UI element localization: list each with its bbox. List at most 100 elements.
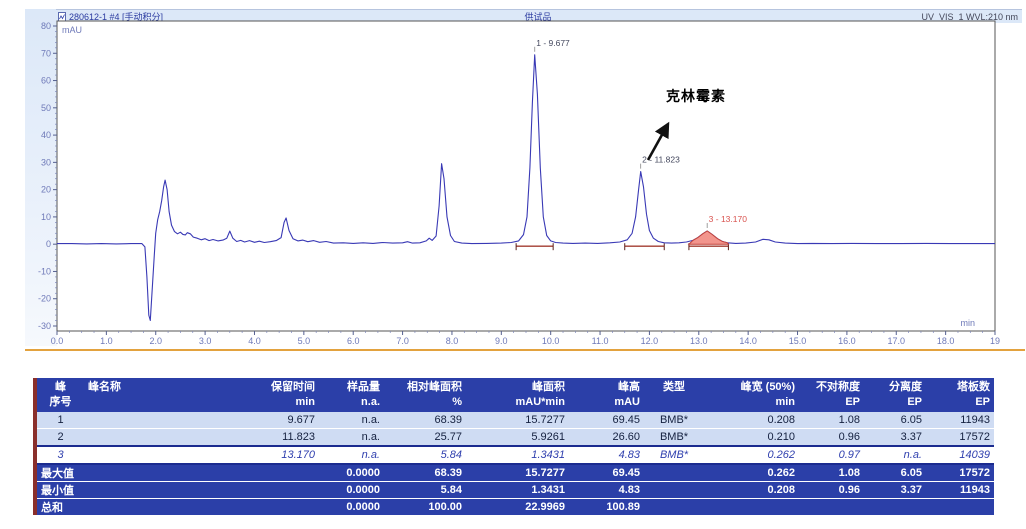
summary-cell: 1.3431	[466, 481, 569, 498]
peak-row[interactable]: 313.170n.a.5.841.34314.83BMB*0.2620.97n.…	[37, 446, 994, 464]
x-tick-label: 6.0	[347, 336, 360, 346]
y-tick-label: 30	[41, 157, 51, 167]
summary-row: 最大值0.000068.3915.727769.450.2621.086.051…	[37, 464, 994, 482]
peak-cell: 13.170	[229, 446, 319, 464]
peak-cell: 6.05	[864, 412, 926, 429]
column-header[interactable]: 峰名称	[84, 378, 229, 412]
summary-cell: 0.0000	[319, 481, 384, 498]
column-header[interactable]: 峰序号	[37, 378, 84, 412]
summary-cell: 69.45	[569, 464, 644, 482]
peak-label[interactable]: 1 - 9.677	[536, 38, 570, 48]
peak-cell: 2	[37, 428, 84, 446]
column-header[interactable]: 峰宽 (50%)min	[704, 378, 799, 412]
peak-cell: 1	[37, 412, 84, 429]
summary-cell: 0.0000	[319, 464, 384, 482]
peak-cell: 15.7277	[466, 412, 569, 429]
peak-cell: 25.77	[384, 428, 466, 446]
y-tick-label: 0	[46, 239, 51, 249]
column-header[interactable]: 塔板数EP	[926, 378, 994, 412]
column-header[interactable]: 样品量n.a.	[319, 378, 384, 412]
x-tick-label: 8.0	[446, 336, 459, 346]
peak-cell: 11943	[926, 412, 994, 429]
summary-cell: 1.08	[799, 464, 864, 482]
y-tick-label: -10	[38, 266, 51, 276]
x-tick-label: 9.0	[495, 336, 508, 346]
peak-cell: n.a.	[319, 428, 384, 446]
peak-results-table-wrap: 峰序号峰名称 保留时间min样品量n.a.相对峰面积%峰面积mAU*min峰高m…	[33, 378, 994, 515]
peak-cell: n.a.	[319, 412, 384, 429]
x-tick-label: 11.0	[592, 336, 609, 346]
peak-cell: BMB*	[644, 428, 704, 446]
y-tick-label: 10	[41, 212, 51, 222]
peak-cell: 68.39	[384, 412, 466, 429]
summary-cell: 0.208	[704, 481, 799, 498]
summary-cell: 0.0000	[319, 498, 384, 515]
summary-cell: 4.83	[569, 481, 644, 498]
x-tick-label: 15.0	[789, 336, 807, 346]
summary-cell	[229, 481, 319, 498]
column-header[interactable]: 类型	[644, 378, 704, 412]
summary-cell	[926, 498, 994, 515]
summary-row: 总和0.0000100.0022.9969100.89	[37, 498, 994, 515]
column-header[interactable]: 峰面积mAU*min	[466, 378, 569, 412]
chromatogram-plot[interactable]: -30-20-10010203040506070800.01.02.03.04.…	[0, 0, 1026, 372]
x-tick-label: 1.0	[100, 336, 113, 346]
x-tick-label: 7.0	[396, 336, 409, 346]
peak-cell: 11.823	[229, 428, 319, 446]
peak-cell: 0.97	[799, 446, 864, 464]
summary-cell	[799, 498, 864, 515]
peak-row[interactable]: 211.823n.a.25.775.926126.60BMB*0.2100.96…	[37, 428, 994, 446]
summary-cell	[229, 498, 319, 515]
summary-cell: 68.39	[384, 464, 466, 482]
x-axis-unit-label: min	[960, 318, 975, 328]
x-tick-label: 14.0	[739, 336, 757, 346]
compound-annotation: 克林霉素	[666, 86, 726, 106]
x-tick-label: 16.0	[838, 336, 856, 346]
y-axis-unit-label: mAU	[62, 25, 82, 35]
x-tick-label: 3.0	[199, 336, 212, 346]
summary-cell	[864, 498, 926, 515]
peak-cell: 1.3431	[466, 446, 569, 464]
summary-cell: 0.262	[704, 464, 799, 482]
peak-cell: 3	[37, 446, 84, 464]
peak-label[interactable]: 3 - 13.170	[709, 214, 748, 224]
peak-cell: 17572	[926, 428, 994, 446]
summary-cell	[644, 498, 704, 515]
peak-cell: 5.9261	[466, 428, 569, 446]
y-tick-label: 50	[41, 103, 51, 113]
peak-cell	[84, 412, 229, 429]
peak-cell: 0.210	[704, 428, 799, 446]
plot-area[interactable]	[57, 21, 995, 331]
peak-cell: 3.37	[864, 428, 926, 446]
peak-cell: 69.45	[569, 412, 644, 429]
summary-cell	[704, 498, 799, 515]
peak-cell: 5.84	[384, 446, 466, 464]
column-header[interactable]: 不对称度EP	[799, 378, 864, 412]
y-tick-label: 60	[41, 76, 51, 86]
column-header[interactable]: 分离度EP	[864, 378, 926, 412]
peak-cell: 0.208	[704, 412, 799, 429]
summary-cell: 5.84	[384, 481, 466, 498]
column-header[interactable]: 保留时间min	[229, 378, 319, 412]
summary-cell: 11943	[926, 481, 994, 498]
y-tick-label: 40	[41, 130, 51, 140]
x-tick-label: 10.0	[542, 336, 560, 346]
summary-cell	[644, 481, 704, 498]
peak-cell: 0.96	[799, 428, 864, 446]
panel-bottom-rule	[25, 349, 1025, 351]
summary-cell: 100.00	[384, 498, 466, 515]
peak-cell: n.a.	[319, 446, 384, 464]
x-tick-label: 5.0	[298, 336, 311, 346]
x-tick-label: 19	[990, 336, 1000, 346]
chromatogram-panel: 280612-1 #4 [手动积分] 供试品 UV_VIS_1 WVL:210 …	[0, 0, 1026, 372]
peak-cell: 0.262	[704, 446, 799, 464]
summary-cell: 100.89	[569, 498, 644, 515]
peak-row[interactable]: 19.677n.a.68.3915.727769.45BMB*0.2081.08…	[37, 412, 994, 429]
x-tick-label: 17.0	[887, 336, 905, 346]
peak-cell: n.a.	[864, 446, 926, 464]
summary-cell: 15.7277	[466, 464, 569, 482]
column-header[interactable]: 相对峰面积%	[384, 378, 466, 412]
x-tick-label: 12.0	[641, 336, 659, 346]
peak-cell: 9.677	[229, 412, 319, 429]
column-header[interactable]: 峰高mAU	[569, 378, 644, 412]
